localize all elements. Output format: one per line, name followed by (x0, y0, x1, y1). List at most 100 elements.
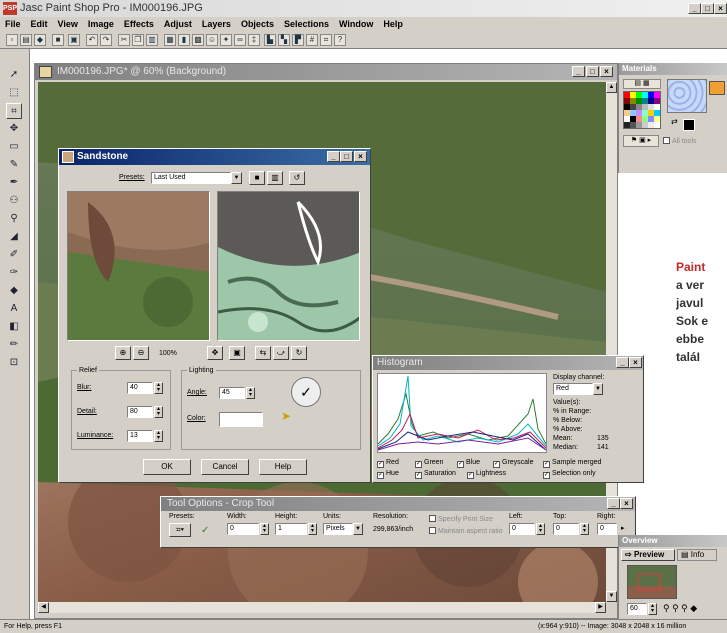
app-minimize-button[interactable]: _ (688, 3, 701, 14)
materials-tabs-icon[interactable]: ▤ ▦ (623, 79, 661, 89)
help-cursor-icon[interactable]: ? (334, 34, 346, 46)
tab-preview[interactable]: ⇨ Preview (621, 549, 675, 561)
display-channel-select[interactable]: Red (553, 383, 593, 395)
top-spinner-icon[interactable]: ▴ ▾ (580, 523, 589, 535)
scroll-right-icon[interactable]: ▶ (595, 602, 606, 613)
checkbox-lightness[interactable]: ✓ Lightness (467, 470, 506, 479)
doc-close-button[interactable]: × (600, 66, 613, 77)
menu-selections[interactable]: Selections (279, 17, 334, 31)
layers-palette-icon[interactable]: ▦ (164, 34, 176, 46)
menu-edit[interactable]: Edit (26, 17, 53, 31)
units-dropdown-icon[interactable]: ▼ (353, 523, 363, 535)
texture-swatch[interactable] (667, 79, 707, 113)
image-icon[interactable]: ▩ (192, 34, 204, 46)
undo-icon[interactable]: ↶ (86, 34, 98, 46)
document-titlebar[interactable]: IM000196.JPG* @ 60% (Background) (35, 64, 617, 80)
overview-thumbnail[interactable] (627, 565, 677, 599)
light-color-swatch[interactable] (219, 412, 263, 427)
airbrush-tool-icon[interactable]: ✑ (6, 265, 22, 281)
menu-window[interactable]: Window (334, 17, 378, 31)
cut-icon[interactable]: ✂ (118, 34, 130, 46)
browse-icon[interactable]: ◆ (34, 34, 46, 46)
tool-options-minimize-button[interactable]: _ (607, 498, 620, 509)
presets-dropdown-icon[interactable]: ▼ (231, 172, 242, 184)
scroll-up-icon[interactable]: ▲ (606, 82, 617, 93)
menu-view[interactable]: View (53, 17, 83, 31)
checkbox-hue[interactable]: ✓ Hue (377, 470, 399, 479)
scroll-left-icon[interactable]: ◀ (38, 602, 49, 613)
tool-options-close-button[interactable]: × (620, 498, 633, 509)
warp-tool-icon[interactable]: ⊡ (6, 355, 22, 371)
menu-layers[interactable]: Layers (197, 17, 236, 31)
randomize-icon[interactable]: ⤻ (273, 346, 289, 360)
luminance-spinner-icon[interactable]: ▴ ▾ (154, 430, 163, 442)
paste-icon[interactable]: ▥ (146, 34, 158, 46)
pen-tool-icon[interactable]: ✒ (6, 175, 22, 191)
shape-tool-icon[interactable]: ◧ (6, 319, 22, 335)
pan-tool-icon[interactable]: ➚ (6, 67, 22, 83)
grid-icon[interactable]: # (306, 34, 318, 46)
height-input[interactable]: 1 (275, 523, 307, 535)
blur-spinner-icon[interactable]: ▴ ▾ (154, 382, 163, 394)
checkbox-greyscale[interactable]: ✓ Greyscale (493, 459, 534, 468)
units-select[interactable]: Pixels (323, 523, 353, 535)
zoom-out-icon[interactable]: ⊖ (133, 346, 149, 360)
text-tool-icon[interactable]: A (6, 301, 22, 317)
histogram-titlebar[interactable]: Histogram (373, 356, 643, 370)
sandstone-titlebar[interactable]: Sandstone (59, 149, 370, 165)
luminance-input[interactable]: 13 (127, 430, 153, 442)
checkbox-green[interactable]: ✓ Green (415, 459, 443, 468)
zoom-in-icon[interactable]: ⊕ (115, 346, 131, 360)
snap-icon[interactable]: ⌗ (320, 34, 332, 46)
tool-options-titlebar[interactable]: Tool Options - Crop Tool (161, 497, 635, 511)
help-button[interactable]: Help (259, 459, 307, 475)
auto-proof-icon[interactable]: ⇆ (255, 346, 271, 360)
person-icon[interactable]: ☺ (206, 34, 218, 46)
foreground-color-swatch[interactable] (709, 81, 725, 95)
checkbox-blue[interactable]: ✓ Blue (457, 459, 480, 468)
right-input[interactable]: 0 (597, 523, 617, 535)
app-close-button[interactable]: × (714, 3, 727, 14)
menu-objects[interactable]: Objects (236, 17, 279, 31)
top-input[interactable]: 0 (553, 523, 579, 535)
angle-dial-icon[interactable]: ✓ (291, 377, 321, 407)
tab-info[interactable]: ▤ Info (677, 549, 717, 561)
copy-icon[interactable]: ❐ (132, 34, 144, 46)
menu-image[interactable]: Image (83, 17, 119, 31)
sandstone-maximize-button[interactable]: □ (340, 151, 353, 162)
eraser-tool-icon[interactable]: ✐ (6, 247, 22, 263)
menu-adjust[interactable]: Adjust (159, 17, 197, 31)
picture-tube-icon[interactable]: ✏ (6, 337, 22, 353)
overview-icon[interactable]: ▚ (278, 34, 290, 46)
material-options-icon[interactable]: ⚑ ▣ ▸ (623, 135, 659, 147)
clone-tool-icon[interactable]: ⚇ (6, 193, 22, 209)
scroll-down-icon[interactable]: ▼ (606, 591, 617, 602)
horizontal-scrollbar[interactable]: ◀ ▶ (38, 602, 606, 613)
color-swatches[interactable] (623, 91, 661, 129)
width-input[interactable]: 0 (227, 523, 259, 535)
crop-presets-icon[interactable]: ⌗▾ (169, 523, 191, 537)
detail-spinner-icon[interactable]: ▴ ▾ (154, 406, 163, 418)
blur-input[interactable]: 40 (127, 382, 153, 394)
new-file-icon[interactable]: ▫ (6, 34, 18, 46)
doc-minimize-button[interactable]: _ (572, 66, 585, 77)
checkbox-selection-only[interactable]: ✓ Selection only (543, 470, 596, 479)
open-folder-icon[interactable]: ▤ (20, 34, 32, 46)
proof-icon[interactable]: ▣ (229, 346, 245, 360)
move-tool-icon[interactable]: ✥ (6, 121, 22, 137)
detail-input[interactable]: 80 (127, 406, 153, 418)
checkbox-red[interactable]: ✓ Red (377, 459, 399, 468)
width-spinner-icon[interactable]: ▴ ▾ (260, 523, 269, 535)
scroll-more-icon[interactable]: ▸ (621, 524, 625, 532)
sandstone-minimize-button[interactable]: _ (327, 151, 340, 162)
brush-tool-icon[interactable]: ✎ (6, 157, 22, 173)
print-icon[interactable]: ▣ (68, 34, 80, 46)
left-spinner-icon[interactable]: ▴ ▾ (536, 523, 545, 535)
fill-tool-icon[interactable]: ◆ (6, 283, 22, 299)
reset-preset-icon[interactable]: ↺ (289, 171, 305, 185)
delete-preset-icon[interactable]: ▥ (267, 171, 283, 185)
doc-maximize-button[interactable]: □ (586, 66, 599, 77)
ok-button[interactable]: OK (143, 459, 191, 475)
menu-effects[interactable]: Effects (119, 17, 159, 31)
redo-icon[interactable]: ↷ (100, 34, 112, 46)
